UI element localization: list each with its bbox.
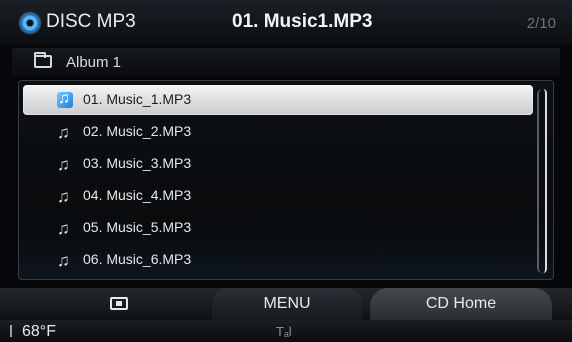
track-item-6[interactable]: ♫ 06. Music_6.MP3 [23, 245, 533, 275]
track-label: 05. Music_5.MP3 [83, 219, 192, 235]
source-mode-label: DISC MP3 [46, 11, 136, 32]
folder-up-icon [110, 297, 128, 310]
album-folder-row[interactable]: Album 1 [12, 48, 560, 76]
music-note-icon: ♫ [57, 90, 73, 108]
header-bar: DISC MP3 01. Music1.MP3 2/10 [0, 0, 572, 44]
album-label: Album 1 [66, 54, 122, 71]
music-note-icon: ♫ [57, 187, 70, 206]
bottom-button-bar: MENU CD Home [0, 288, 572, 320]
scrollbar-thumb[interactable] [539, 89, 547, 273]
track-label: 04. Music_4.MP3 [83, 187, 192, 203]
music-note-icon: ♫ [57, 251, 70, 270]
now-playing-title: 01. Music1.MP3 [232, 11, 373, 32]
track-item-3[interactable]: ♫ 03. Music_3.MP3 [23, 149, 533, 179]
track-item-2[interactable]: ♫ 02. Music_2.MP3 [23, 117, 533, 147]
music-note-icon: ♫ [57, 123, 70, 142]
track-label: 02. Music_2.MP3 [83, 123, 192, 139]
track-item-5[interactable]: ♫ 05. Music_5.MP3 [23, 213, 533, 243]
temperature-indicator [10, 325, 12, 337]
signal-icon: Tₐl [276, 324, 292, 339]
track-list: ♫ 01. Music_1.MP3 ♫ 02. Music_2.MP3 ♫ 03… [18, 80, 554, 280]
temperature-readout: 68°F [22, 323, 56, 340]
track-item-1[interactable]: ♫ 01. Music_1.MP3 [23, 85, 533, 115]
track-label: 03. Music_3.MP3 [83, 155, 192, 171]
cd-home-button[interactable]: CD Home [370, 288, 552, 320]
folder-button[interactable] [20, 288, 220, 320]
status-bar: 68°F Tₐl [0, 320, 572, 342]
track-label: 06. Music_6.MP3 [83, 251, 192, 267]
scrollbar-track[interactable] [537, 89, 547, 273]
music-note-icon: ♫ [57, 155, 70, 174]
track-label: 01. Music_1.MP3 [83, 91, 192, 107]
track-counter: 2/10 [526, 15, 556, 32]
music-note-icon: ♫ [57, 219, 70, 238]
audio-screen: DISC MP3 01. Music1.MP3 2/10 Album 1 ♫ 0… [0, 0, 572, 342]
disc-icon [20, 13, 40, 33]
menu-button[interactable]: MENU [212, 288, 362, 320]
folder-icon [34, 52, 52, 68]
track-item-4[interactable]: ♫ 04. Music_4.MP3 [23, 181, 533, 211]
